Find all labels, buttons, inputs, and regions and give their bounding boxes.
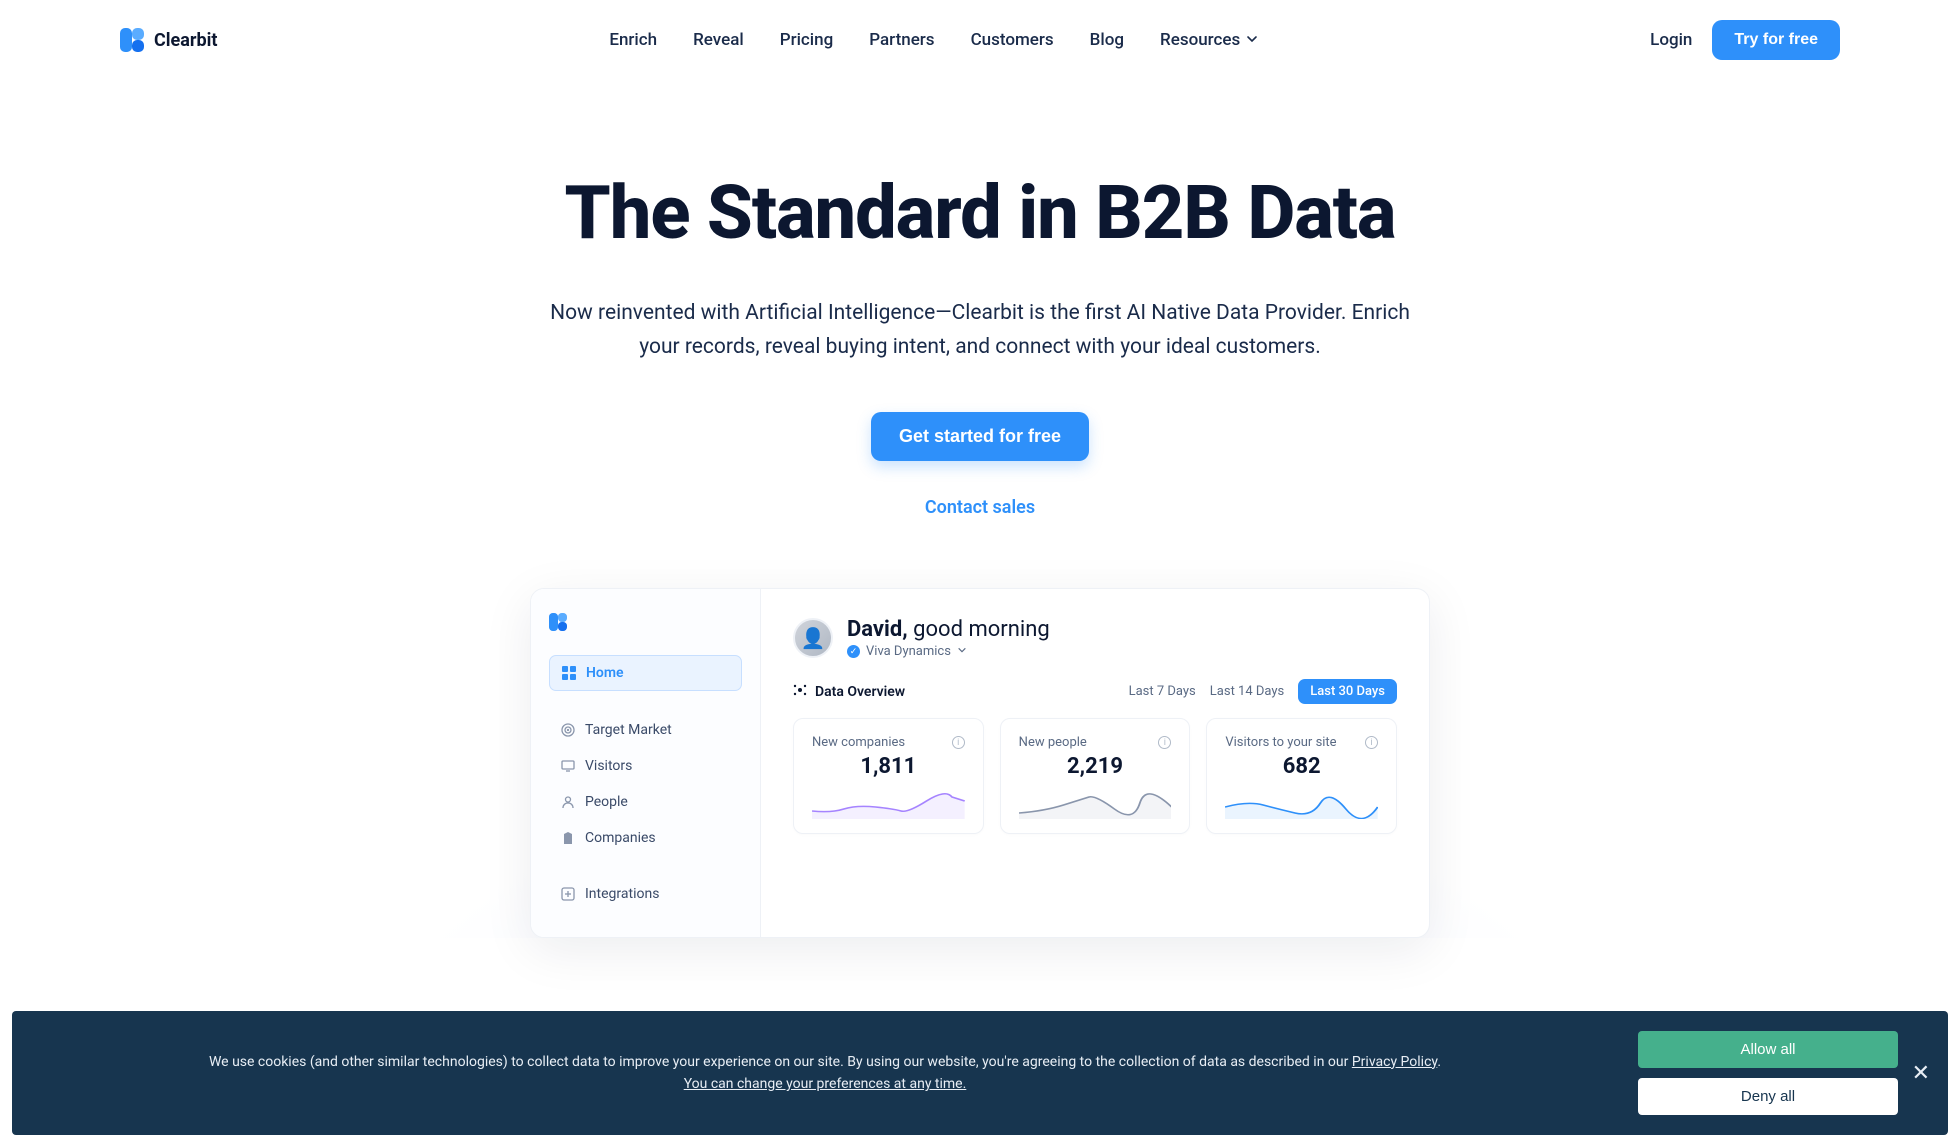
nav-reveal[interactable]: Reveal (693, 30, 744, 50)
data-icon (793, 683, 807, 701)
contact-sales-link[interactable]: Contact sales (20, 497, 1940, 518)
dashboard-main: 👤 David, good morning ✓ Viva Dynamics (761, 589, 1429, 937)
sidebar-item-target-market[interactable]: Target Market (549, 713, 742, 747)
cookie-actions: Allow all Deny all (1638, 1031, 1898, 1115)
building-icon (561, 831, 575, 845)
card-value: 2,219 (1019, 754, 1172, 779)
sidebar-label-visitors: Visitors (585, 758, 632, 774)
privacy-policy-link[interactable]: Privacy Policy (1352, 1054, 1437, 1070)
login-link[interactable]: Login (1650, 30, 1692, 50)
monitor-icon (561, 759, 575, 773)
period-14days[interactable]: Last 14 Days (1210, 684, 1284, 699)
nav-resources-label: Resources (1160, 30, 1240, 50)
sidebar-item-people[interactable]: People (549, 785, 742, 819)
main-nav: Enrich Reveal Pricing Partners Customers… (609, 30, 1258, 50)
sidebar-label-companies: Companies (585, 830, 656, 846)
nav-enrich[interactable]: Enrich (609, 30, 657, 50)
card-title: New people (1019, 735, 1087, 750)
card-new-companies[interactable]: New companies i 1,811 (793, 718, 984, 834)
grid-icon (562, 666, 576, 680)
cookie-text: We use cookies (and other similar techno… (36, 1051, 1614, 1096)
hero-subtitle: Now reinvented with Artificial Intellige… (530, 297, 1430, 364)
user-icon (561, 795, 575, 809)
greeting-row: 👤 David, good morning ✓ Viva Dynamics (793, 617, 1397, 659)
greeting-message: good morning (913, 617, 1050, 642)
sparkline (1019, 787, 1172, 819)
cookie-banner: We use cookies (and other similar techno… (12, 1011, 1948, 1135)
overview-title-area: Data Overview (793, 683, 905, 701)
sidebar-label-people: People (585, 794, 628, 810)
dashboard-preview: Home Target Market Visitors People Compa… (530, 588, 1430, 938)
info-icon[interactable]: i (1158, 736, 1171, 749)
card-new-people[interactable]: New people i 2,219 (1000, 718, 1191, 834)
cookie-text-1: We use cookies (and other similar techno… (209, 1054, 1348, 1070)
try-free-button[interactable]: Try for free (1712, 20, 1840, 60)
plus-square-icon (561, 887, 575, 901)
dashboard-logo-icon (549, 613, 567, 631)
hero-title: The Standard in B2B Data (20, 170, 1940, 257)
period-30days[interactable]: Last 30 Days (1298, 679, 1397, 704)
dashboard-sidebar: Home Target Market Visitors People Compa… (531, 589, 761, 937)
sidebar-label-home: Home (586, 665, 624, 681)
nav-partners[interactable]: Partners (869, 30, 934, 50)
deny-all-button[interactable]: Deny all (1638, 1078, 1898, 1115)
sidebar-label-integrations: Integrations (585, 886, 659, 902)
brand-name: Clearbit (154, 30, 217, 51)
sidebar-item-visitors[interactable]: Visitors (549, 749, 742, 783)
logo-icon (120, 28, 144, 52)
auth-area: Login Try for free (1650, 20, 1840, 60)
sparkline (1225, 787, 1378, 819)
card-visitors[interactable]: Visitors to your site i 682 (1206, 718, 1397, 834)
period-7days[interactable]: Last 7 Days (1129, 684, 1196, 699)
overview-header: Data Overview Last 7 Days Last 14 Days L… (793, 679, 1397, 704)
greeting-text: David, good morning (847, 617, 1050, 642)
sparkline (812, 787, 965, 819)
stat-cards: New companies i 1,811 New people i 2,219 (793, 718, 1397, 834)
sidebar-label-target: Target Market (585, 722, 672, 738)
greeting-name: David, (847, 617, 908, 642)
verified-icon: ✓ (847, 645, 860, 658)
period-tabs: Last 7 Days Last 14 Days Last 30 Days (1129, 679, 1397, 704)
card-value: 1,811 (812, 754, 965, 779)
card-title: Visitors to your site (1225, 735, 1336, 750)
company-name: Viva Dynamics (866, 644, 951, 659)
get-started-button[interactable]: Get started for free (871, 412, 1089, 461)
nav-blog[interactable]: Blog (1090, 30, 1124, 50)
logo[interactable]: Clearbit (120, 28, 217, 52)
change-preferences-link[interactable]: You can change your preferences at any t… (684, 1076, 967, 1092)
allow-all-button[interactable]: Allow all (1638, 1031, 1898, 1068)
sidebar-item-companies[interactable]: Companies (549, 821, 742, 855)
sidebar-item-integrations[interactable]: Integrations (549, 877, 742, 911)
nav-customers[interactable]: Customers (971, 30, 1054, 50)
sidebar-item-home[interactable]: Home (549, 655, 742, 691)
info-icon[interactable]: i (1365, 736, 1378, 749)
chevron-down-icon (1246, 30, 1258, 50)
company-row[interactable]: ✓ Viva Dynamics (847, 644, 1050, 659)
chevron-down-icon (957, 644, 967, 659)
nav-pricing[interactable]: Pricing (780, 30, 834, 50)
main-header: Clearbit Enrich Reveal Pricing Partners … (0, 0, 1960, 80)
close-icon[interactable]: ✕ (1912, 1060, 1930, 1086)
user-avatar[interactable]: 👤 (793, 618, 833, 658)
card-value: 682 (1225, 754, 1378, 779)
overview-label: Data Overview (815, 684, 905, 700)
info-icon[interactable]: i (952, 736, 965, 749)
hero-section: The Standard in B2B Data Now reinvented … (0, 80, 1960, 938)
card-title: New companies (812, 735, 905, 750)
target-icon (561, 723, 575, 737)
nav-resources[interactable]: Resources (1160, 30, 1258, 50)
